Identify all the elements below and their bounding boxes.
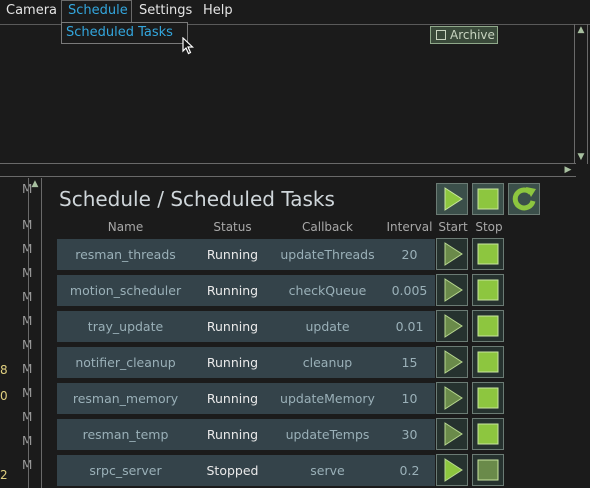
left-vertical-scrollbar[interactable]: ▲: [28, 178, 42, 488]
mouse-cursor-icon: [182, 37, 194, 55]
stop-icon: [477, 243, 499, 265]
play-icon: [444, 458, 463, 482]
stop-task-button[interactable]: [472, 274, 504, 306]
stop-task-button[interactable]: [472, 454, 504, 486]
task-name: notifier_cleanup: [75, 355, 176, 370]
task-status: Stopped: [206, 463, 259, 478]
task-name: motion_scheduler: [69, 283, 182, 298]
task-interval: 0.005: [391, 283, 428, 298]
stop-all-button[interactable]: [472, 183, 504, 215]
column-header-start: Start: [438, 220, 468, 234]
stop-task-button[interactable]: [472, 238, 504, 270]
menu-help[interactable]: Help: [197, 0, 239, 22]
start-task-button[interactable]: [436, 346, 468, 378]
task-name: resman_threads: [75, 247, 176, 262]
task-callback: updateTemps: [285, 427, 370, 442]
column-header-interval: Interval: [386, 220, 433, 234]
schedule-dropdown-menu: Scheduled Tasks: [61, 22, 188, 44]
start-task-button[interactable]: [436, 454, 468, 486]
task-interval: 0.2: [399, 463, 420, 478]
task-interval: 30: [401, 427, 418, 442]
stop-task-button[interactable]: [472, 418, 504, 450]
menu-settings[interactable]: Settings: [133, 0, 198, 22]
column-header-callback: Callback: [302, 220, 353, 234]
start-task-button[interactable]: [436, 418, 468, 450]
task-name: resman_temp: [82, 427, 169, 442]
start-task-button[interactable]: [436, 310, 468, 342]
play-icon: [444, 350, 463, 374]
stop-icon: [477, 423, 499, 445]
play-icon: [444, 278, 463, 302]
stop-task-button[interactable]: [472, 310, 504, 342]
archive-checkbox[interactable]: [436, 30, 446, 40]
scroll-up-icon[interactable]: ▲: [29, 178, 41, 190]
task-name: resman_memory: [72, 391, 179, 406]
play-icon: [444, 314, 463, 338]
table-row: tray_update Running update 0.01: [57, 311, 435, 342]
stop-icon: [477, 188, 499, 210]
stop-icon: [477, 387, 499, 409]
table-row: resman_memory Running updateMemory 10: [57, 383, 435, 414]
refresh-button[interactable]: [508, 183, 540, 215]
task-status: Running: [206, 355, 259, 370]
task-callback: updateMemory: [280, 391, 375, 406]
stop-icon: [477, 459, 499, 481]
play-icon: [444, 386, 463, 410]
task-interval: 20: [401, 247, 418, 262]
task-interval: 10: [401, 391, 418, 406]
stop-icon: [477, 351, 499, 373]
stop-icon: [477, 279, 499, 301]
task-status: Running: [206, 319, 259, 334]
task-name: srpc_server: [89, 463, 162, 478]
task-callback: checkQueue: [288, 283, 367, 298]
scroll-right-icon[interactable]: ▶: [562, 164, 574, 176]
play-icon: [444, 242, 463, 266]
top-panel: [0, 24, 590, 165]
menu-camera[interactable]: Camera: [0, 0, 63, 22]
start-task-button[interactable]: [436, 238, 468, 270]
archive-label: Archive: [450, 28, 495, 42]
column-header-stop: Stop: [475, 220, 503, 234]
table-row: resman_threads Running updateThreads 20: [57, 239, 435, 270]
menu-bar: Camera Schedule Settings Help: [0, 0, 590, 22]
task-interval: 0.01: [395, 319, 424, 334]
task-status: Running: [206, 391, 259, 406]
table-row: motion_scheduler Running checkQueue 0.005: [57, 275, 435, 306]
task-status: Running: [206, 427, 259, 442]
table-row: notifier_cleanup Running cleanup 15: [57, 347, 435, 378]
page-title: Schedule / Scheduled Tasks: [59, 187, 335, 211]
left-number: 2: [0, 468, 8, 482]
stop-task-button[interactable]: [472, 346, 504, 378]
stop-task-button[interactable]: [472, 382, 504, 414]
stop-icon: [477, 315, 499, 337]
start-task-button[interactable]: [436, 274, 468, 306]
task-interval: 15: [401, 355, 418, 370]
task-callback: update: [305, 319, 350, 334]
horizontal-scrollbar[interactable]: ▶: [0, 163, 576, 177]
task-callback: serve: [310, 463, 345, 478]
play-icon: [444, 187, 463, 211]
play-icon: [444, 422, 463, 446]
menu-schedule[interactable]: Schedule: [61, 0, 132, 22]
column-header-name: Name: [107, 220, 144, 234]
column-header-status: Status: [213, 220, 252, 234]
start-task-button[interactable]: [436, 382, 468, 414]
task-callback: cleanup: [302, 355, 353, 370]
scroll-down-icon[interactable]: ▼: [575, 151, 587, 163]
table-row: resman_temp Running updateTemps 30: [57, 419, 435, 450]
left-number: 8: [0, 363, 8, 377]
task-callback: updateThreads: [280, 247, 375, 262]
refresh-icon: [512, 187, 536, 211]
left-number: 0: [0, 389, 8, 403]
archive-toggle[interactable]: Archive: [430, 26, 498, 44]
top-vertical-scrollbar[interactable]: ▲ ▼: [574, 24, 588, 164]
task-status: Running: [206, 283, 259, 298]
table-row: srpc_server Stopped serve 0.2: [57, 455, 435, 486]
start-all-button[interactable]: [436, 183, 468, 215]
task-status: Running: [206, 247, 259, 262]
menu-item-scheduled-tasks[interactable]: Scheduled Tasks: [66, 24, 173, 42]
scroll-up-icon[interactable]: ▲: [575, 24, 587, 36]
task-name: tray_update: [87, 319, 164, 334]
